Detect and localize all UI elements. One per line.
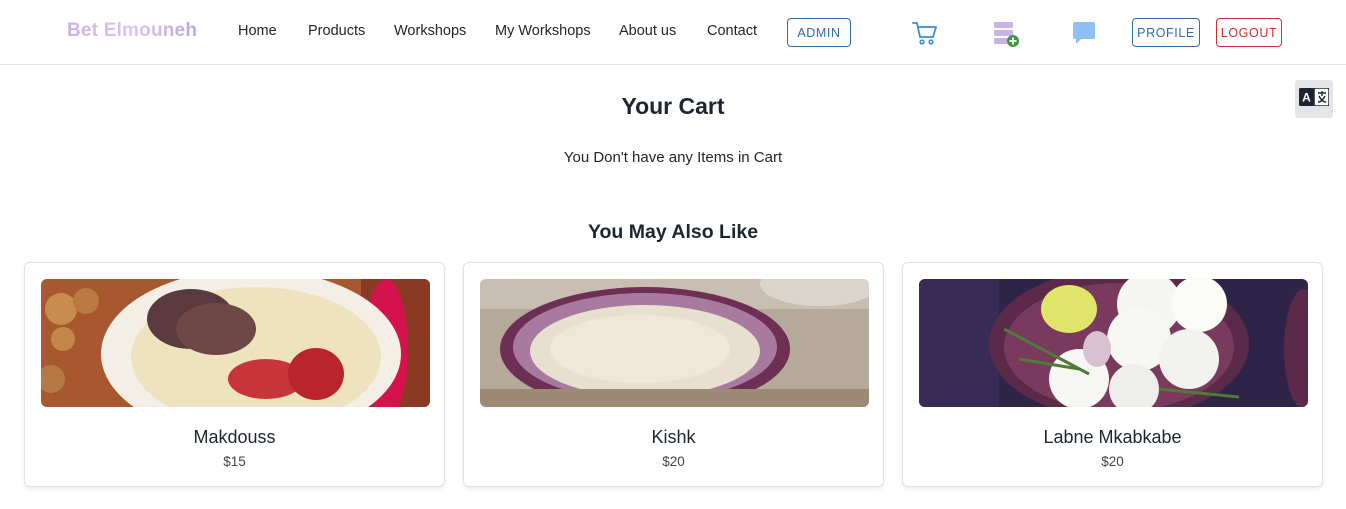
product-name: Makdouss (193, 427, 276, 447)
labne-photo (919, 279, 1308, 407)
product-price: $20 (662, 454, 685, 469)
recommendations-title: You May Also Like (587, 221, 759, 243)
nav-link-contact[interactable]: Contact (707, 23, 757, 39)
nav-link-home[interactable]: Home (238, 23, 277, 39)
navbar: Bet Elmouneh Home Products Workshops My … (0, 0, 1346, 65)
product-card-labne-mkabkabe[interactable]: Labne Mkabkabe $20 (902, 262, 1323, 487)
admin-button[interactable]: ADMIN (787, 18, 851, 47)
cart-title: Your Cart (621, 93, 725, 119)
add-database-icon[interactable] (991, 19, 1019, 47)
logout-button[interactable]: LOGOUT (1216, 18, 1282, 47)
product-name: Kishk (651, 427, 696, 447)
nav-link-about-us[interactable]: About us (619, 23, 676, 39)
nav-link-products[interactable]: Products (308, 23, 365, 39)
nav-link-my-workshops[interactable]: My Workshops (495, 23, 591, 39)
brand-logo[interactable]: Bet Elmouneh (67, 20, 197, 42)
makdouss-photo (41, 279, 430, 407)
product-card-makdouss[interactable]: Makdouss $15 (24, 262, 445, 487)
kishk-photo (480, 279, 869, 407)
product-price: $15 (223, 454, 246, 469)
cart-icon[interactable] (911, 19, 939, 47)
product-name: Labne Mkabkabe (1043, 427, 1182, 447)
nav-link-workshops[interactable]: Workshops (394, 23, 466, 39)
product-card-kishk[interactable]: Kishk $20 (463, 262, 884, 487)
cart-empty-message: You Don't have any Items in Cart (563, 149, 783, 166)
product-price: $20 (1101, 454, 1124, 469)
profile-button[interactable]: PROFILE (1132, 18, 1200, 47)
chat-icon[interactable] (1070, 19, 1098, 47)
